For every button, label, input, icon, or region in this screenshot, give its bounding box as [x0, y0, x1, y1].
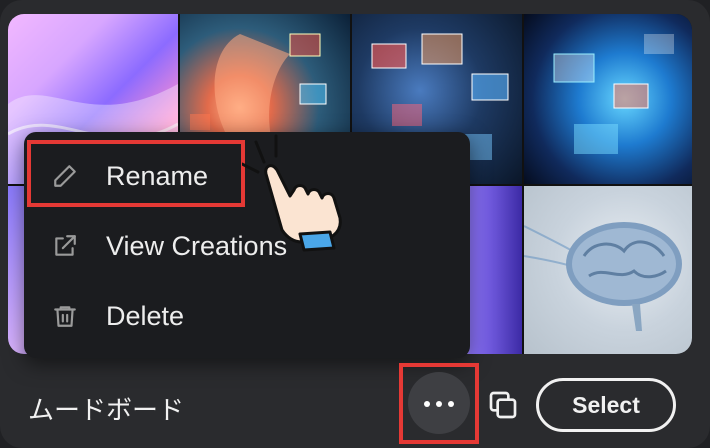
select-button[interactable]: Select — [536, 378, 676, 432]
highlight-box-more — [399, 363, 479, 444]
copy-icon — [487, 389, 519, 426]
external-link-icon — [52, 233, 78, 259]
copy-button[interactable] — [484, 388, 522, 426]
menu-item-label: Delete — [106, 300, 185, 331]
menu-item-delete[interactable]: Delete — [24, 286, 470, 346]
trash-icon — [52, 303, 78, 329]
board-title: ムードボード — [28, 395, 185, 425]
thumbnail-image[interactable] — [524, 186, 692, 354]
thumbnail-image[interactable] — [524, 14, 692, 184]
highlight-box-rename — [27, 140, 245, 207]
pointing-hand-icon — [240, 134, 352, 252]
moodboard-card: Rename View Creations Delete ムードボード Sele… — [0, 0, 710, 448]
